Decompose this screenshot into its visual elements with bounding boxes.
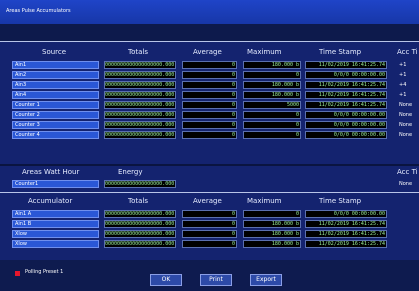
- timestamp-cell: 11/02/2019 16:41:25.74: [305, 220, 387, 228]
- maximum-cell: 0: [243, 131, 301, 139]
- totals-cell: 0000000000000000000.000: [104, 131, 176, 139]
- average-cell: 0: [182, 81, 237, 89]
- totals-cell: 0000000000000000000.000: [104, 81, 176, 89]
- acc-time-value: None: [399, 122, 413, 128]
- header-totals: Totals: [128, 48, 148, 56]
- average-cell: 0: [182, 240, 237, 248]
- average-cell: 0: [182, 210, 237, 218]
- source-label[interactable]: Counter 3: [12, 121, 99, 129]
- timestamp-cell: 0/0/0 00:00:00.00: [305, 71, 387, 79]
- totals-cell: 0000000000000000000.000: [104, 71, 176, 79]
- acc-time-value: +1: [399, 72, 407, 78]
- header-accumulator: Accumulator: [28, 197, 73, 205]
- average-cell: 0: [182, 61, 237, 69]
- accumulator-label[interactable]: Ain1 A: [12, 210, 99, 218]
- source-label[interactable]: Counter 4: [12, 131, 99, 139]
- accumulator-label[interactable]: Xlow: [12, 230, 99, 238]
- timestamp-cell: 0/0/0 00:00:00.00: [305, 210, 387, 218]
- maximum-cell: 180.000 b: [243, 61, 301, 69]
- source-label[interactable]: Ain3: [12, 81, 99, 89]
- header-timestamp: Time Stamp: [319, 48, 362, 56]
- acc-time-value: None: [399, 102, 413, 108]
- maximum-cell: 0: [243, 111, 301, 119]
- average-cell: 0: [182, 101, 237, 109]
- section-separator: [0, 164, 419, 166]
- watt-source-label[interactable]: Counter1: [12, 180, 99, 188]
- totals-cell: 0000000000000000000.000: [104, 111, 176, 119]
- maximum-cell: 180.000 b: [243, 240, 301, 248]
- average-cell: 0: [182, 220, 237, 228]
- maximum-cell: 180.000 b: [243, 91, 301, 99]
- average-cell: 0: [182, 71, 237, 79]
- ok-button[interactable]: OK: [150, 274, 182, 286]
- maximum-cell: 0: [243, 71, 301, 79]
- print-button[interactable]: Print: [200, 274, 232, 286]
- maximum-cell: 0: [243, 210, 301, 218]
- timestamp-cell: 11/02/2019 16:41:25.74: [305, 101, 387, 109]
- section-divider: [0, 41, 419, 42]
- totals-cell: 0000000000000000000.000: [104, 230, 176, 238]
- source-label[interactable]: Ain4: [12, 91, 99, 99]
- maximum-cell: 5000: [243, 101, 301, 109]
- timestamp-cell: 11/02/2019 16:41:25.74: [305, 81, 387, 89]
- header-maximum-2: Maximum: [247, 197, 282, 205]
- timestamp-cell: 11/02/2019 16:41:25.74: [305, 91, 387, 99]
- timestamp-cell: 0/0/0 00:00:00.00: [305, 111, 387, 119]
- source-label[interactable]: Ain1: [12, 61, 99, 69]
- timestamp-cell: 0/0/0 00:00:00.00: [305, 121, 387, 129]
- header-watt-acc: Acc Ti: [397, 168, 418, 176]
- maximum-cell: 0: [243, 121, 301, 129]
- header-average-2: Average: [193, 197, 222, 205]
- header-maximum: Maximum: [247, 48, 282, 56]
- header-energy: Energy: [118, 168, 143, 176]
- average-cell: 0: [182, 230, 237, 238]
- totals-cell: 0000000000000000000.000: [104, 240, 176, 248]
- polling-label: Polling Preset 1: [25, 269, 64, 275]
- acc-time-value: +1: [399, 92, 407, 98]
- header-watt-source: Areas Watt Hour: [22, 168, 80, 176]
- acc-time-value: None: [399, 181, 413, 187]
- totals-cell: 0000000000000000000.000: [104, 210, 176, 218]
- header-average: Average: [193, 48, 222, 56]
- totals-cell: 0000000000000000000.000: [104, 61, 176, 69]
- header-source: Source: [42, 48, 67, 56]
- maximum-cell: 180.000 b: [243, 81, 301, 89]
- timestamp-cell: 11/02/2019 16:41:25.74: [305, 61, 387, 69]
- polling-status-icon: [15, 271, 20, 276]
- acc-time-value: +4: [399, 82, 407, 88]
- maximum-cell: 180.000 b: [243, 220, 301, 228]
- acc-time-value: None: [399, 132, 413, 138]
- average-cell: 0: [182, 111, 237, 119]
- acc-time-value: +1: [399, 62, 407, 68]
- totals-cell: 0000000000000000000.000: [104, 101, 176, 109]
- source-label[interactable]: Counter 2: [12, 111, 99, 119]
- totals-cell: 0000000000000000000.000: [104, 220, 176, 228]
- timestamp-cell: 11/02/2019 16:41:25.74: [305, 240, 387, 248]
- source-label[interactable]: Ain2: [12, 71, 99, 79]
- header-timestamp-2: Time Stamp: [319, 197, 362, 205]
- totals-cell: 0000000000000000000.000: [104, 121, 176, 129]
- timestamp-cell: 11/02/2019 16:41:25.74: [305, 230, 387, 238]
- totals-cell: 0000000000000000000.000: [104, 91, 176, 99]
- average-cell: 0: [182, 121, 237, 129]
- accumulator-label[interactable]: Xlow: [12, 240, 99, 248]
- window-title: Areas Pulse Accumulators: [6, 8, 71, 14]
- acc-time-value: None: [399, 112, 413, 118]
- average-cell: 0: [182, 91, 237, 99]
- header-acc: Acc Ti: [397, 48, 418, 56]
- maximum-cell: 180.000 b: [243, 230, 301, 238]
- energy-cell: 0000000000000000000.000: [104, 180, 176, 188]
- top-strip: [0, 24, 419, 41]
- app-window: Areas Pulse Accumulators Source Totals A…: [0, 0, 419, 291]
- accumulator-label[interactable]: Ain1 B: [12, 220, 99, 228]
- title-bar: Areas Pulse Accumulators: [0, 0, 419, 24]
- section-divider: [0, 192, 419, 193]
- average-cell: 0: [182, 131, 237, 139]
- source-label[interactable]: Counter 1: [12, 101, 99, 109]
- header-totals-2: Totals: [128, 197, 148, 205]
- timestamp-cell: 0/0/0 00:00:00.00: [305, 131, 387, 139]
- export-button[interactable]: Export: [250, 274, 282, 286]
